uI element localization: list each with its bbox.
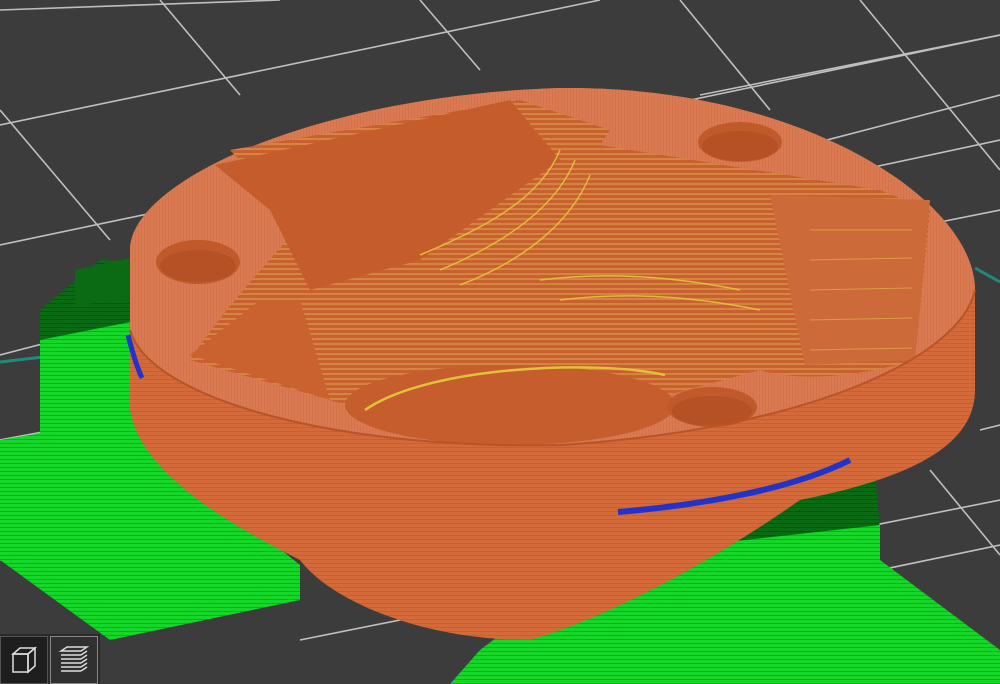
layers-icon bbox=[57, 645, 91, 675]
view-toggle-bar bbox=[0, 634, 100, 684]
3d-preview-viewport[interactable] bbox=[0, 0, 1000, 684]
cube-icon bbox=[9, 645, 39, 675]
layers-view-button[interactable] bbox=[50, 636, 98, 684]
sliced-model-scene[interactable] bbox=[0, 0, 1000, 684]
3d-view-button[interactable] bbox=[0, 636, 48, 684]
y-axis-line bbox=[974, 266, 1000, 284]
